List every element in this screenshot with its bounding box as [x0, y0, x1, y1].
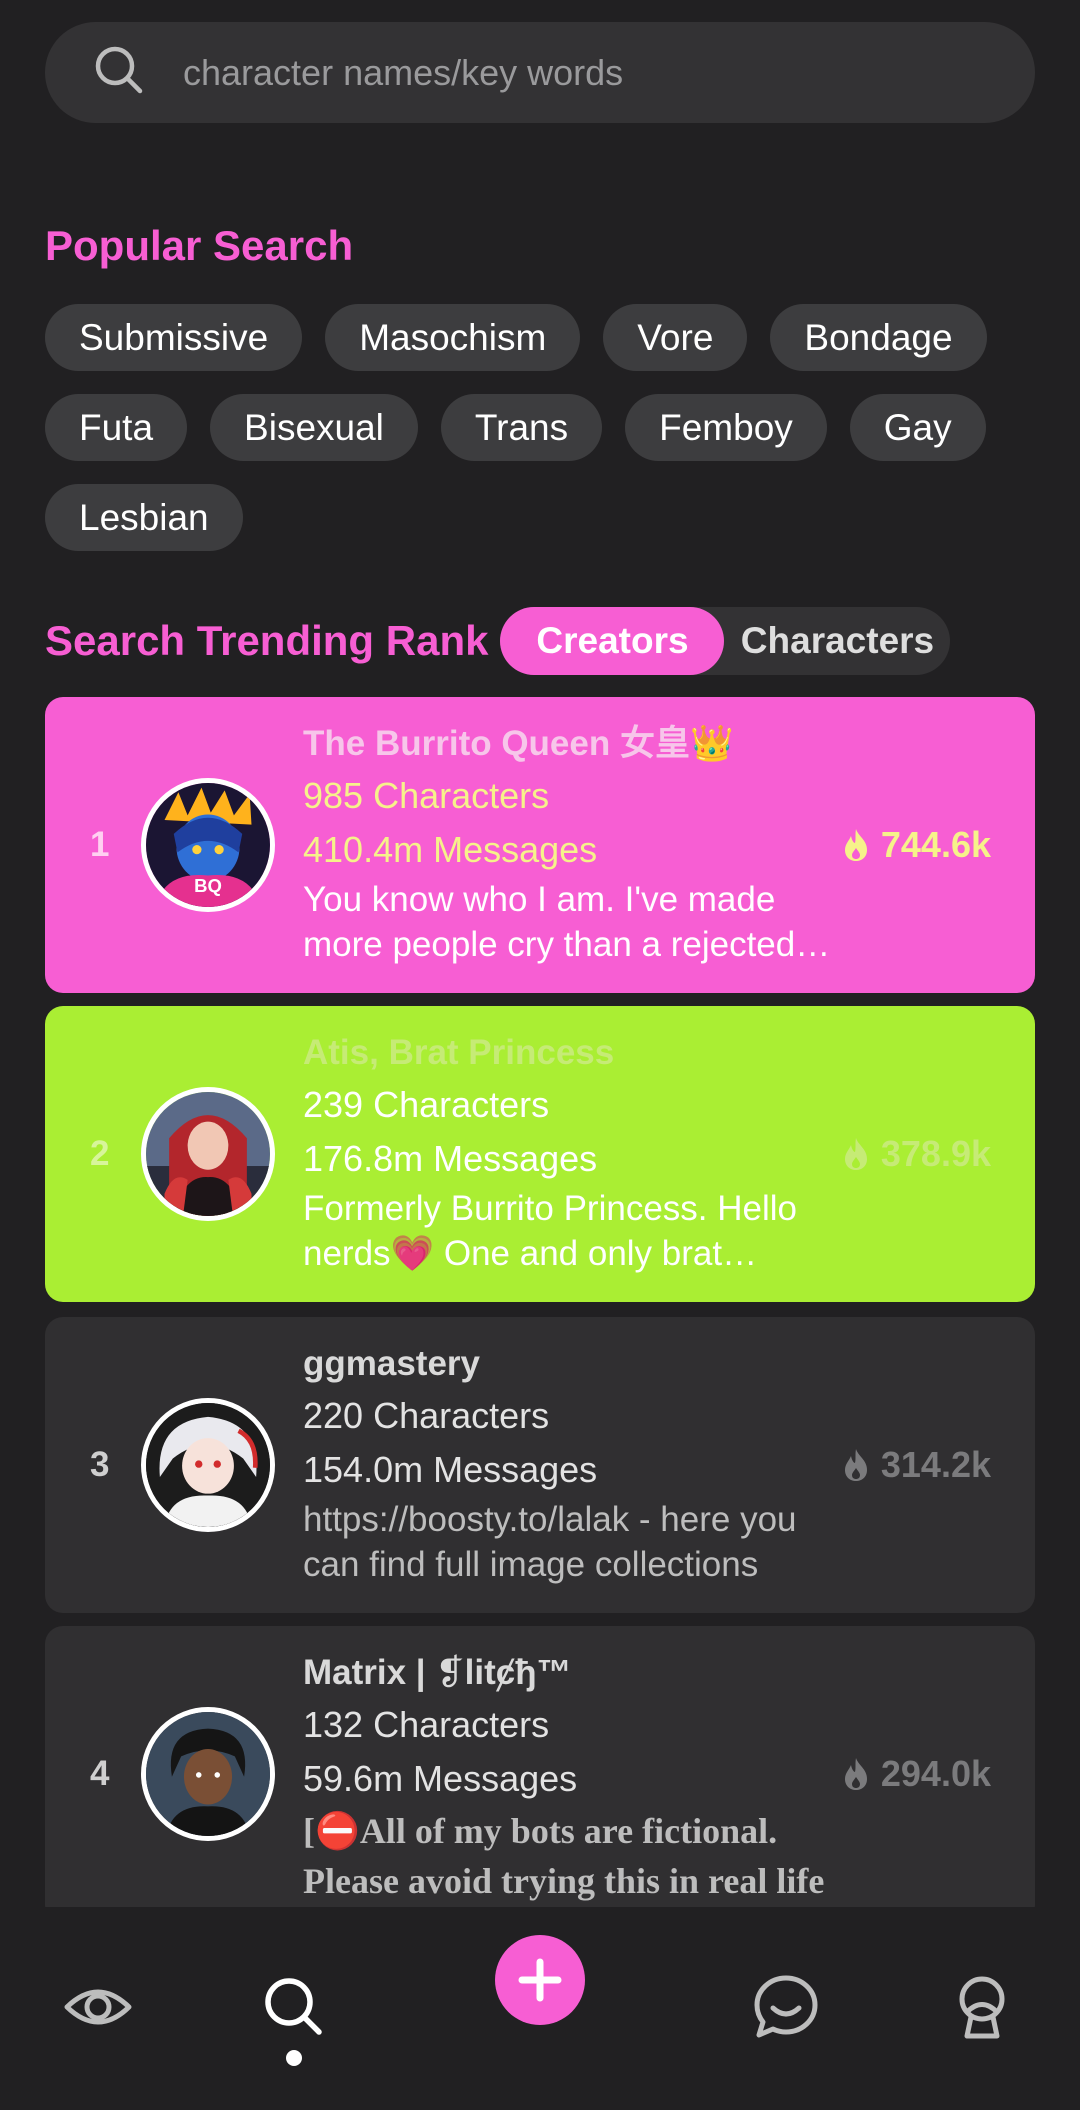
creator-card[interactable]: 2 Atis, Brat Princess 239 Characters 176… [45, 1006, 1035, 1302]
rank-number: 2 [90, 1134, 110, 1173]
bottom-nav [0, 1907, 1080, 2110]
heat-value: 378.9k [880, 1133, 991, 1174]
message-count: 59.6m Messages [303, 1758, 578, 1799]
flame-icon [844, 1758, 867, 1790]
avatar [141, 1398, 275, 1532]
rank-number: 1 [90, 825, 110, 864]
flame-icon [844, 829, 867, 861]
tag-chip[interactable]: Bisexual [210, 394, 418, 461]
tag-chip[interactable]: Femboy [625, 394, 827, 461]
tag-chip[interactable]: Masochism [325, 304, 581, 371]
search-icon [93, 44, 145, 101]
message-count: 410.4m Messages [303, 829, 598, 870]
add-icon [518, 1958, 562, 2002]
heat-score: 378.9k [841, 1006, 991, 1302]
tag-chip[interactable]: Vore [603, 304, 748, 371]
nav-explore[interactable] [53, 1962, 143, 2052]
heat-value: 314.2k [880, 1444, 991, 1485]
message-count: 176.8m Messages [303, 1138, 598, 1179]
creator-name: Matrix | ❡litȼђ™ [303, 1653, 572, 1692]
creator-bio: Formerly Burrito Princess. Hello nerds💗 … [303, 1189, 797, 1273]
creator-name: The Burrito Queen 女皇👑 [303, 724, 734, 763]
trending-list: 1 BQ The Burrito Queen 女皇👑 985 Character… [45, 697, 1035, 1907]
search-bar[interactable] [45, 22, 1035, 123]
nav-chats[interactable] [741, 1962, 831, 2052]
trending-title: Search Trending Rank [45, 617, 489, 664]
creator-card[interactable]: 4 Matrix | ❡litȼђ™ 132 Characters 59.6m … [45, 1626, 1035, 1907]
tag-chip[interactable]: Trans [440, 394, 603, 461]
creator-name: Atis, Brat Princess [303, 1033, 615, 1072]
search-input[interactable] [183, 51, 963, 94]
flame-icon [844, 1449, 867, 1481]
avatar [141, 1707, 275, 1841]
creator-bio: https://boosty.to/lalak - here you can f… [303, 1500, 797, 1584]
popular-search-title: Popular Search [45, 222, 354, 269]
chat-icon [754, 1975, 818, 2038]
heat-value: 294.0k [880, 1753, 991, 1794]
tag-chip[interactable]: Gay [849, 394, 986, 461]
nav-profile[interactable] [937, 1962, 1027, 2052]
creator-bio: You know who I am. I've made more people… [303, 880, 796, 964]
character-count: 132 Characters [303, 1704, 550, 1745]
tag-chip[interactable]: Bondage [770, 304, 987, 371]
tag-chip[interactable]: Lesbian [45, 484, 243, 551]
avatar [141, 1087, 275, 1221]
rank-number: 3 [90, 1445, 110, 1484]
create-button[interactable] [495, 1935, 585, 2025]
rank-number: 4 [90, 1754, 110, 1793]
creator-card[interactable]: 3 ggmastery 220 Characters 154.0m Messag… [45, 1317, 1035, 1613]
svg-text:BQ: BQ [194, 875, 222, 896]
heat-score: 744.6k [841, 697, 991, 993]
creator-name: ggmastery [303, 1344, 481, 1383]
eye-icon [64, 1989, 132, 2025]
tag-chip[interactable]: Submissive [45, 304, 303, 371]
flame-icon [844, 1138, 867, 1170]
creator-card[interactable]: 1 BQ The Burrito Queen 女皇👑 985 Character… [45, 697, 1035, 993]
character-count: 220 Characters [303, 1395, 550, 1436]
character-count: 239 Characters [303, 1084, 550, 1125]
message-count: 154.0m Messages [303, 1449, 598, 1490]
profile-icon [959, 1976, 1005, 2039]
active-indicator [286, 2050, 302, 2066]
character-count: 985 Characters [303, 775, 550, 816]
avatar: BQ [141, 778, 275, 912]
creator-bio: [⛔All of my bots are fictional. Please a… [303, 1811, 825, 1901]
search-icon [265, 1978, 322, 2035]
trending-tab-switch: Creators Characters [500, 607, 951, 675]
heat-value: 744.6k [880, 824, 991, 865]
popular-tags: Submissive Masochism Vore Bondage Futa B… [45, 304, 1045, 551]
tab-creators[interactable]: Creators [500, 607, 725, 675]
heat-score: 294.0k [841, 1626, 991, 1907]
heat-score: 314.2k [841, 1317, 991, 1613]
tag-chip[interactable]: Futa [45, 394, 188, 461]
nav-search[interactable] [249, 1962, 339, 2052]
trending-header: Search Trending Rank Creators Characters [45, 606, 951, 676]
tab-characters[interactable]: Characters [724, 607, 950, 675]
